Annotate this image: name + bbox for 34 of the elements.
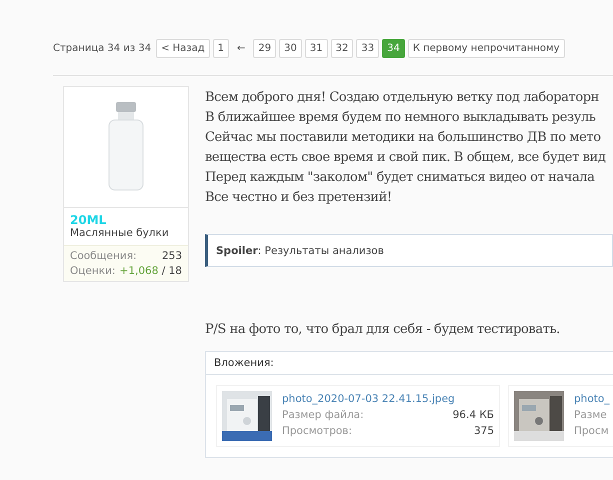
user-title: Маслянные булки: [69, 227, 170, 241]
size-label: Разме: [574, 408, 607, 423]
views-value: 375: [474, 424, 494, 439]
page-button[interactable]: 31: [304, 38, 328, 58]
stat-extra: / 18: [160, 265, 182, 277]
post-text: вещества есть свое время и свой пик. В общем, все будет вид: [205, 149, 606, 167]
post-text: P/S на фото то, что брал для себя - будем тестировать.: [205, 322, 561, 337]
post-text: Все честно и без претензий!: [205, 189, 393, 207]
page-button[interactable]: К первому непрочитанному: [408, 38, 564, 58]
views-label: Просмотров:: [282, 424, 352, 439]
attachment-link[interactable]: photo_2020-07-03 22.41.15.jpeg: [282, 391, 494, 407]
page-button[interactable]: 30: [279, 38, 302, 58]
post-text: Сейчас мы поставили методики на большинство ДВ по мето: [205, 129, 602, 147]
page-button[interactable]: 29: [253, 38, 276, 58]
spoiler-button[interactable]: Spoiler: Результаты анализов: [205, 234, 613, 267]
stat-label: Оценки:: [70, 265, 116, 277]
page-summary: Страница 34 из 34: [53, 42, 152, 54]
page-button[interactable]: 1: [212, 38, 230, 58]
attachment-link[interactable]: photo_: [574, 391, 613, 407]
views-label: Просм: [574, 424, 609, 439]
stat-value: 253: [162, 250, 182, 262]
page-button[interactable]: 32: [330, 38, 354, 58]
post-text: Всем доброго дня! Создаю отдельную ветку под лабораторн: [205, 89, 600, 107]
post-text: В ближайшее время будем по немного выкладывать резуль: [205, 109, 596, 127]
stat-value: +1,068: [120, 265, 158, 277]
size-label: Размер файла:: [282, 408, 364, 423]
page-button[interactable]: 33: [356, 38, 380, 58]
vial-icon: [106, 102, 146, 192]
page-gap: ←: [236, 42, 246, 54]
size-value: 96.4 КБ: [452, 408, 494, 423]
page-button[interactable]: < Назад: [156, 38, 210, 58]
attachments-title: Вложения:: [206, 352, 613, 375]
stat-label: Сообщения:: [70, 250, 137, 262]
post-text: Перед каждым "заколом" будет сниматься видео от начала: [205, 169, 596, 187]
